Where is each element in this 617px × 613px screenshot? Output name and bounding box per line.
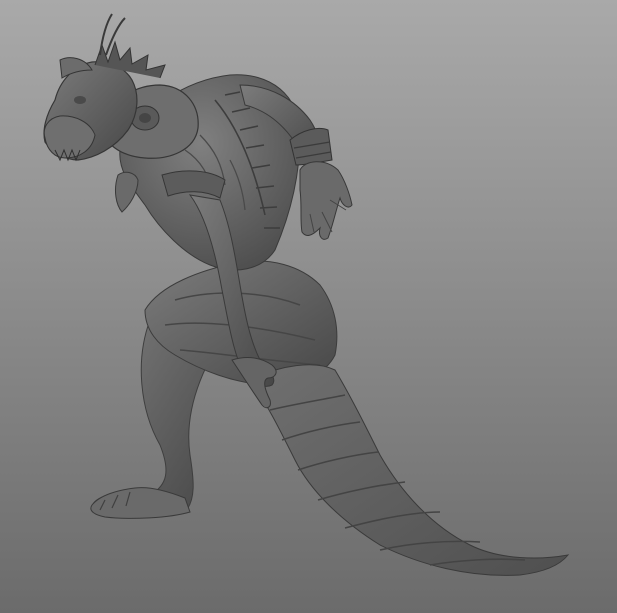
tail — [249, 364, 570, 576]
eye — [74, 96, 86, 104]
viewport[interactable] — [0, 0, 617, 613]
creature-model — [43, 13, 570, 576]
pendant — [114, 171, 139, 213]
back-hand — [299, 161, 353, 240]
